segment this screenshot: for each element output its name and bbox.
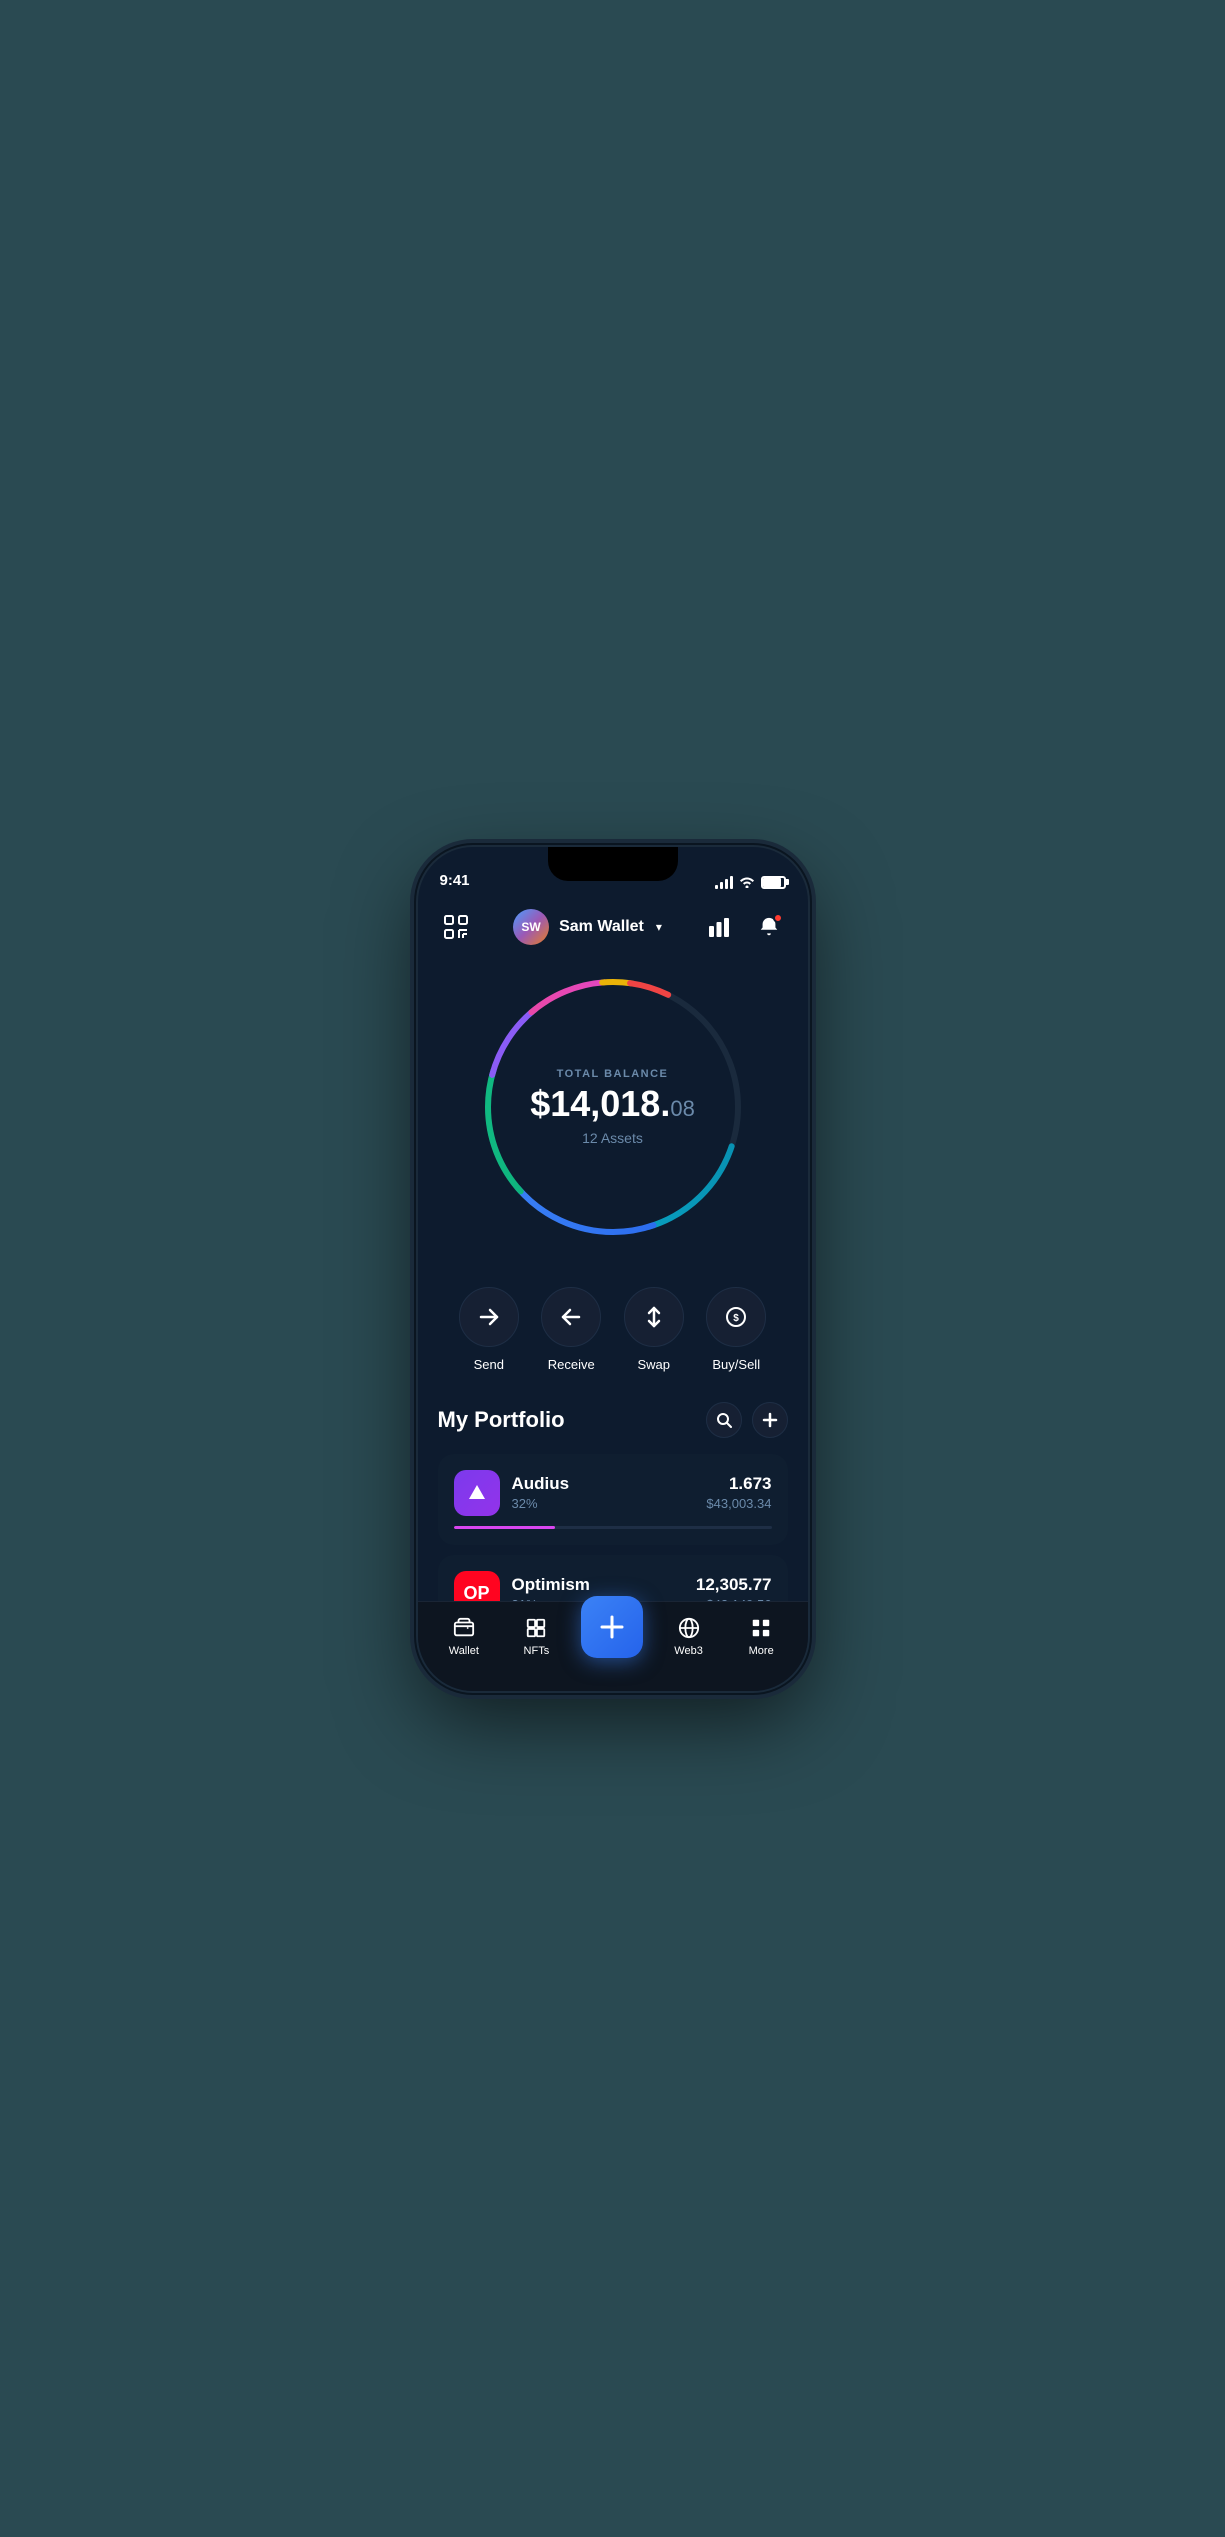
signal-icon (715, 876, 733, 889)
nav-more[interactable]: More (734, 1615, 789, 1657)
audius-progress-fill (454, 1526, 556, 1529)
buysell-icon: $ (706, 1287, 766, 1347)
chevron-down-icon: ▾ (656, 920, 662, 934)
swap-label: Swap (637, 1357, 670, 1372)
portfolio-actions (706, 1402, 788, 1438)
receive-button[interactable]: Receive (541, 1287, 601, 1372)
audius-pct: 32% (512, 1496, 695, 1511)
chart-icon[interactable] (701, 909, 737, 945)
send-icon (459, 1287, 519, 1347)
status-time: 9:41 (440, 872, 470, 889)
balance-info: TOTAL BALANCE $14,018.08 12 Assets (523, 1068, 703, 1146)
app-content: SW Sam Wallet ▾ (418, 897, 808, 1691)
fab-button[interactable] (581, 1596, 643, 1658)
bottom-nav: Wallet NFTs (418, 1601, 808, 1691)
swap-button[interactable]: Swap (624, 1287, 684, 1372)
wallet-selector[interactable]: SW Sam Wallet ▾ (513, 909, 662, 945)
audius-progress-bar (454, 1526, 772, 1529)
receive-label: Receive (548, 1357, 595, 1372)
status-icons (715, 876, 786, 889)
receive-icon (541, 1287, 601, 1347)
asset-card-audius[interactable]: Audius 32% 1.673 $43,003.34 (438, 1454, 788, 1545)
add-asset-button[interactable] (752, 1402, 788, 1438)
app-header: SW Sam Wallet ▾ (418, 897, 808, 957)
nav-nfts-label: NFTs (524, 1645, 550, 1657)
wallet-name: Sam Wallet (559, 918, 644, 936)
wifi-icon (739, 876, 755, 888)
optimism-amount: 12,305.77 (696, 1575, 772, 1595)
send-button[interactable]: Send (459, 1287, 519, 1372)
swap-icon (624, 1287, 684, 1347)
nav-web3[interactable]: Web3 (661, 1615, 716, 1657)
notification-bell[interactable] (751, 909, 787, 945)
send-label: Send (474, 1357, 504, 1372)
notch (548, 847, 678, 881)
portfolio-header: My Portfolio (438, 1402, 788, 1438)
web3-icon (676, 1615, 702, 1641)
nav-nfts[interactable]: NFTs (509, 1615, 564, 1657)
audius-info: Audius 32% (512, 1474, 695, 1511)
nav-wallet-label: Wallet (449, 1645, 479, 1657)
audius-usd: $43,003.34 (706, 1496, 771, 1511)
search-button[interactable] (706, 1402, 742, 1438)
wallet-icon (451, 1615, 477, 1641)
optimism-name: Optimism (512, 1575, 684, 1595)
balance-circle: TOTAL BALANCE $14,018.08 12 Assets (473, 967, 753, 1247)
balance-amount: $14,018.08 (523, 1086, 703, 1122)
asset-row-audius: Audius 32% 1.673 $43,003.34 (454, 1470, 772, 1516)
buysell-label: Buy/Sell (712, 1357, 760, 1372)
balance-label: TOTAL BALANCE (523, 1068, 703, 1080)
audius-logo (454, 1470, 500, 1516)
header-right (701, 909, 787, 945)
buysell-button[interactable]: $ Buy/Sell (706, 1287, 766, 1372)
nav-more-label: More (749, 1645, 774, 1657)
avatar: SW (513, 909, 549, 945)
svg-text:$: $ (733, 1313, 739, 1324)
action-buttons: Send Receive (418, 1267, 808, 1392)
nav-wallet[interactable]: Wallet (436, 1615, 491, 1657)
nav-web3-label: Web3 (674, 1645, 703, 1657)
audius-values: 1.673 $43,003.34 (706, 1474, 771, 1511)
more-icon (748, 1615, 774, 1641)
audius-amount: 1.673 (706, 1474, 771, 1494)
scan-icon[interactable] (438, 909, 474, 945)
phone-frame: 9:41 (418, 847, 808, 1691)
nfts-icon (523, 1615, 549, 1641)
battery-icon (761, 876, 786, 889)
balance-assets: 12 Assets (523, 1130, 703, 1146)
balance-section: TOTAL BALANCE $14,018.08 12 Assets (418, 957, 808, 1267)
portfolio-title: My Portfolio (438, 1407, 565, 1433)
notification-dot (773, 913, 783, 923)
audius-name: Audius (512, 1474, 695, 1494)
